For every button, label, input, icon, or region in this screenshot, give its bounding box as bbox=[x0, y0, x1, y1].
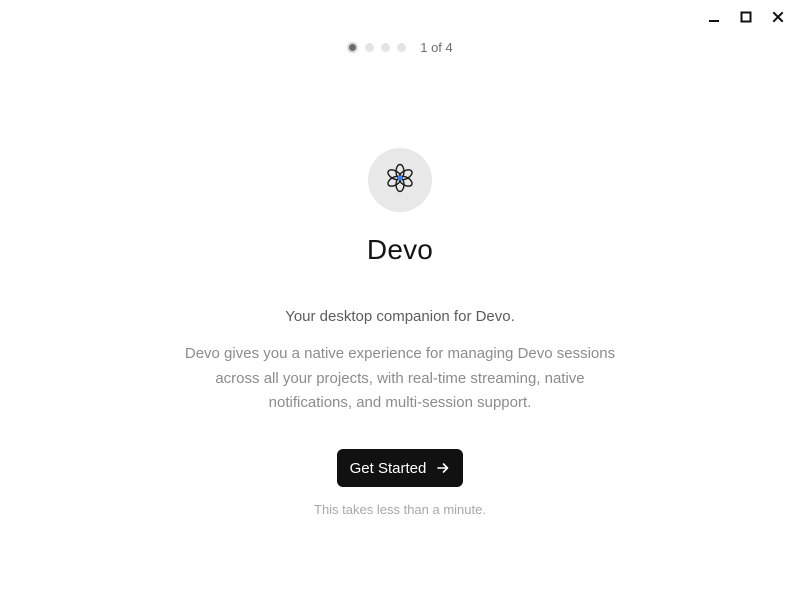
step-counter: 1 of 4 bbox=[420, 40, 453, 55]
step-dot-2[interactable] bbox=[365, 43, 375, 52]
get-started-label: Get Started bbox=[349, 459, 427, 477]
flower-logo-icon bbox=[385, 163, 415, 198]
step-dot-3[interactable] bbox=[381, 43, 391, 52]
step-indicator: 1 of 4 bbox=[0, 40, 800, 55]
step-dot-1[interactable] bbox=[347, 42, 359, 53]
step-dots bbox=[347, 42, 407, 53]
onboarding-window: 1 of 4 Devo Your desktop companion for D… bbox=[0, 0, 800, 600]
window-controls bbox=[698, 6, 794, 28]
minimize-button[interactable] bbox=[698, 6, 730, 28]
time-hint: This takes less than a minute. bbox=[314, 502, 486, 517]
app-tagline: Your desktop companion for Devo. bbox=[285, 308, 515, 325]
step-dot-4[interactable] bbox=[397, 43, 407, 52]
arrow-right-icon bbox=[436, 461, 450, 475]
app-title: Devo bbox=[366, 234, 434, 265]
app-description: Devo gives you a native experience for m… bbox=[184, 345, 616, 411]
close-icon bbox=[772, 11, 784, 23]
close-button[interactable] bbox=[762, 6, 794, 28]
maximize-icon bbox=[740, 11, 752, 23]
minimize-icon bbox=[708, 11, 720, 23]
get-started-button[interactable]: Get Started bbox=[337, 449, 463, 487]
maximize-button[interactable] bbox=[730, 6, 762, 28]
app-logo bbox=[368, 148, 432, 212]
